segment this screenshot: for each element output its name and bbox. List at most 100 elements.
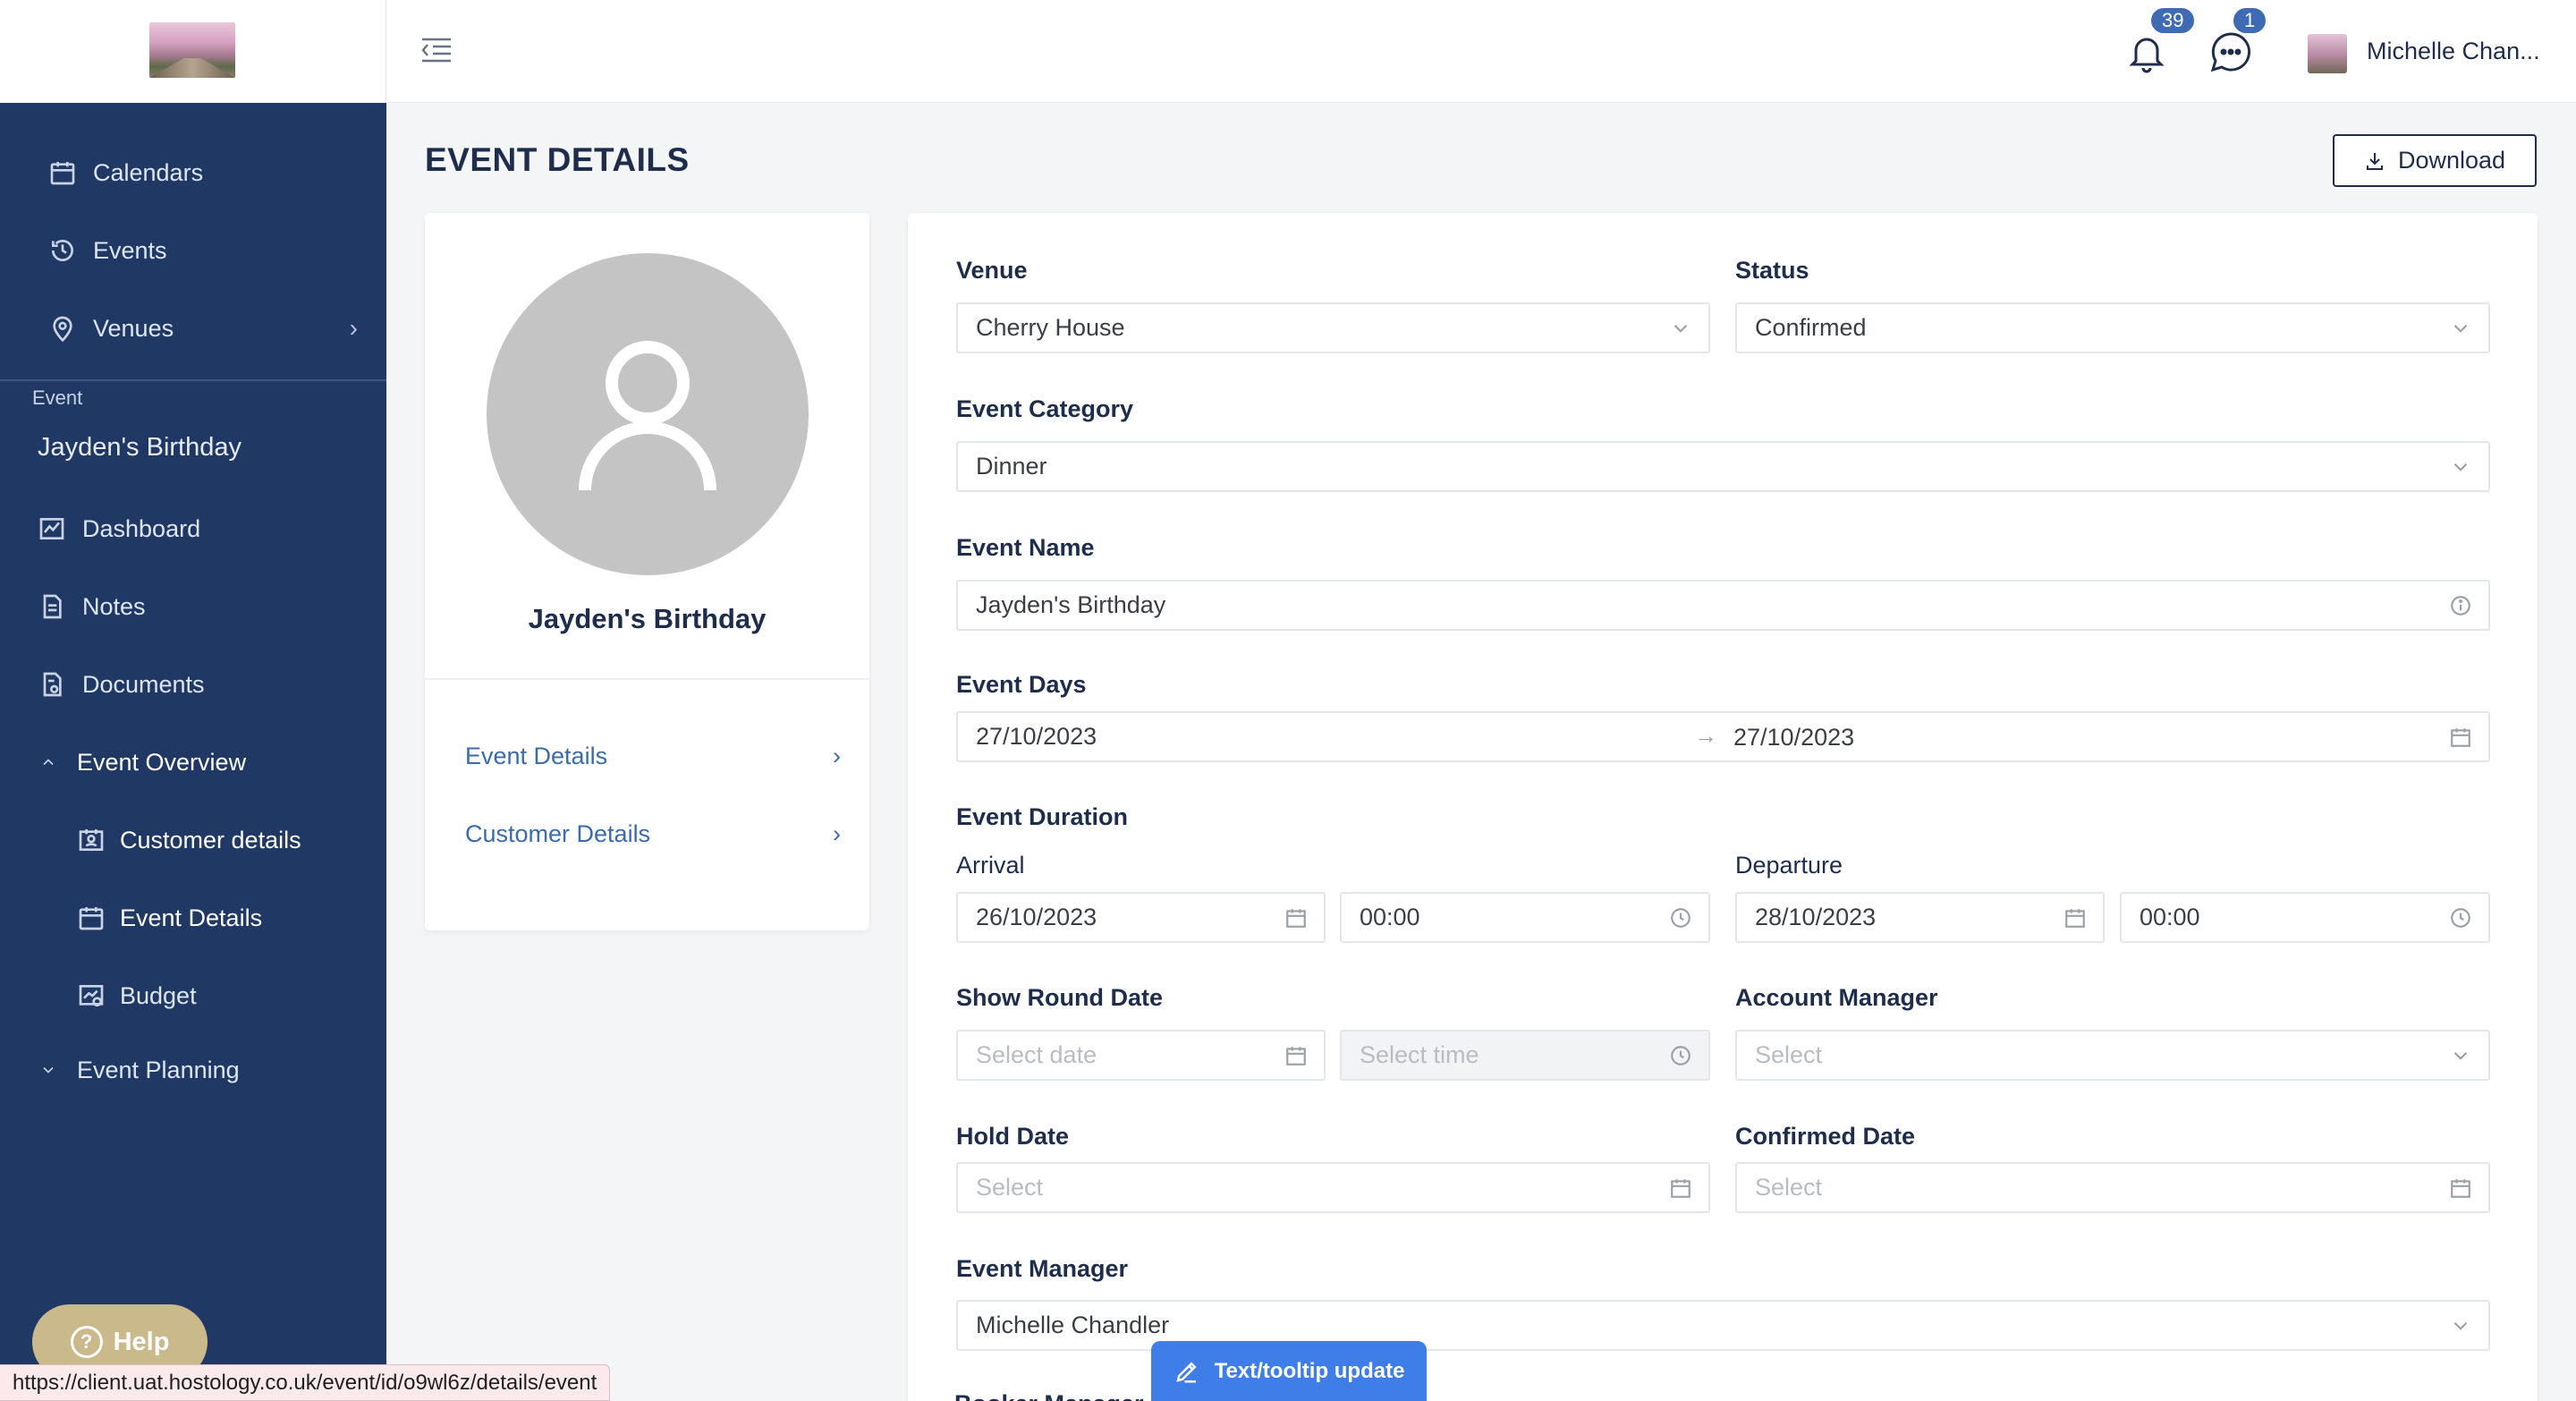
hold-date-label: Hold Date xyxy=(956,1123,1070,1150)
hold-date-input[interactable]: Select xyxy=(956,1162,1710,1213)
chevron-right-icon: › xyxy=(833,819,841,847)
notifications-button[interactable]: 39 xyxy=(2122,5,2198,77)
info-icon[interactable] xyxy=(2449,594,2472,617)
calendar-icon xyxy=(47,157,79,189)
chevron-up-icon xyxy=(36,746,61,778)
sidebar-item-label: Dashboard xyxy=(82,514,201,542)
account-manager-label: Account Manager xyxy=(1735,984,1938,1011)
notifications-badge: 39 xyxy=(2148,5,2198,36)
avatar[interactable] xyxy=(2308,34,2347,73)
booker-manager-label: Booker Manager xyxy=(954,1390,1144,1401)
category-label: Event Category xyxy=(956,395,1134,422)
account-manager-select[interactable]: Select xyxy=(1735,1030,2490,1081)
tooltip-update-label: Text/tooltip update xyxy=(1214,1358,1405,1383)
download-icon xyxy=(2366,152,2383,170)
calendar-icon xyxy=(2449,726,2472,749)
category-value: Dinner xyxy=(976,453,1047,480)
arrival-label: Arrival xyxy=(956,852,1025,879)
sidebar-divider xyxy=(0,379,386,381)
event-manager-value: Michelle Chandler xyxy=(976,1312,1170,1338)
calendar-icon xyxy=(1284,1044,1308,1067)
logo-area xyxy=(0,0,386,103)
sidebar-item-label: Event Overview xyxy=(77,748,247,776)
link-event-details[interactable]: Event Details › xyxy=(465,734,841,778)
menu-toggle-icon[interactable] xyxy=(419,34,454,66)
arrival-date-value: 26/10/2023 xyxy=(976,904,1097,930)
show-round-time-input[interactable]: Select time xyxy=(1340,1030,1710,1081)
status-select[interactable]: Confirmed xyxy=(1735,302,2490,353)
pencil-icon xyxy=(1175,1361,1197,1382)
link-label: Event Details xyxy=(465,742,608,769)
event-name-label: Event Name xyxy=(956,534,1095,561)
venue-value: Cherry House xyxy=(976,314,1125,341)
map-pin-icon xyxy=(47,312,79,344)
sidebar-item-label: Customer details xyxy=(120,826,301,853)
sidebar-item-event-details[interactable]: Event Details xyxy=(0,891,386,945)
tooltip-update-button[interactable]: Text/tooltip update xyxy=(1151,1341,1427,1401)
event-name-value: Jayden's Birthday xyxy=(976,591,1166,618)
show-round-date-input[interactable]: Select date xyxy=(956,1030,1326,1081)
chart-icon xyxy=(36,513,68,545)
event-form xyxy=(908,213,2538,1401)
confirmed-date-input[interactable]: Select xyxy=(1735,1162,2490,1213)
event-days-range[interactable]: 27/10/2023 xyxy=(956,711,2490,762)
download-button[interactable]: Download xyxy=(2333,134,2537,187)
clock-history-icon xyxy=(47,234,79,267)
event-days-label: Event Days xyxy=(956,671,1087,698)
avatar xyxy=(487,253,809,575)
arrow-right-icon: → xyxy=(1694,722,1717,749)
departure-date-input[interactable]: 28/10/2023 xyxy=(1735,892,2105,943)
chevron-down-icon xyxy=(2449,317,2472,340)
show-round-label: Show Round Date xyxy=(956,984,1163,1011)
sidebar-item-label: Calendars xyxy=(93,158,204,186)
sidebar-item-label: Notes xyxy=(82,592,146,620)
sidebar-item-customer-details[interactable]: Customer details xyxy=(0,813,386,867)
departure-time-input[interactable]: 00:00 xyxy=(2120,892,2490,943)
link-customer-details[interactable]: Customer Details › xyxy=(465,811,841,856)
clock-icon xyxy=(1669,906,1692,930)
category-select[interactable]: Dinner xyxy=(956,441,2490,492)
messages-button[interactable]: 1 xyxy=(2206,5,2269,77)
sidebar-item-event-overview[interactable]: Event Overview xyxy=(0,735,386,789)
arrival-time-input[interactable]: 00:00 xyxy=(1340,892,1710,943)
sidebar-item-events[interactable]: Events xyxy=(0,224,386,277)
departure-time-value: 00:00 xyxy=(2140,904,2200,930)
top-bar: 39 1 Michelle Chan... xyxy=(386,0,2576,103)
note-icon xyxy=(36,590,68,623)
sidebar-item-notes[interactable]: Notes xyxy=(0,580,386,633)
sidebar-item-label: Events xyxy=(93,236,167,264)
sidebar-item-calendars[interactable]: Calendars xyxy=(0,146,386,200)
sidebar-item-label: Budget xyxy=(120,981,197,1009)
sidebar-item-documents[interactable]: Documents xyxy=(0,658,386,711)
arrival-time-value: 00:00 xyxy=(1360,904,1420,930)
status-value: Confirmed xyxy=(1755,314,1867,341)
end-date[interactable]: 27/10/2023 xyxy=(1733,724,1854,751)
sidebar-item-event-planning[interactable]: Event Planning xyxy=(0,1043,386,1097)
arrival-date-input[interactable]: 26/10/2023 xyxy=(956,892,1326,943)
account-manager-placeholder: Select xyxy=(1755,1041,1823,1068)
sidebar-item-label: Event Planning xyxy=(77,1056,240,1083)
profile-card: Jayden's Birthday Event Details › Custom… xyxy=(425,213,869,930)
date-placeholder: Select date xyxy=(976,1041,1097,1068)
sidebar-item-budget[interactable]: Budget xyxy=(0,969,386,1023)
user-name[interactable]: Michelle Chan... xyxy=(2367,38,2546,65)
departure-label: Departure xyxy=(1735,852,1843,879)
sidebar-item-venues[interactable]: Venues › xyxy=(0,301,386,355)
divider xyxy=(425,678,869,680)
status-label: Status xyxy=(1735,257,1809,284)
venue-select[interactable]: Cherry House xyxy=(956,302,1710,353)
confirmed-date-placeholder: Select xyxy=(1755,1174,1823,1201)
venue-label: Venue xyxy=(956,257,1028,284)
logo[interactable] xyxy=(149,22,235,78)
user-icon xyxy=(579,341,716,491)
chevron-right-icon: › xyxy=(833,742,841,769)
chevron-down-icon xyxy=(2449,455,2472,479)
budget-icon xyxy=(75,980,107,1012)
section-label: Event xyxy=(32,386,83,409)
confirmed-date-label: Confirmed Date xyxy=(1735,1123,1916,1150)
hold-date-placeholder: Select xyxy=(976,1174,1044,1201)
sidebar: Calendars Events Venues › Event Jayden's… xyxy=(0,0,386,1401)
sidebar-item-dashboard[interactable]: Dashboard xyxy=(0,502,386,556)
event-name-input[interactable]: Jayden's Birthday xyxy=(956,580,2490,631)
download-label: Download xyxy=(2397,147,2506,174)
